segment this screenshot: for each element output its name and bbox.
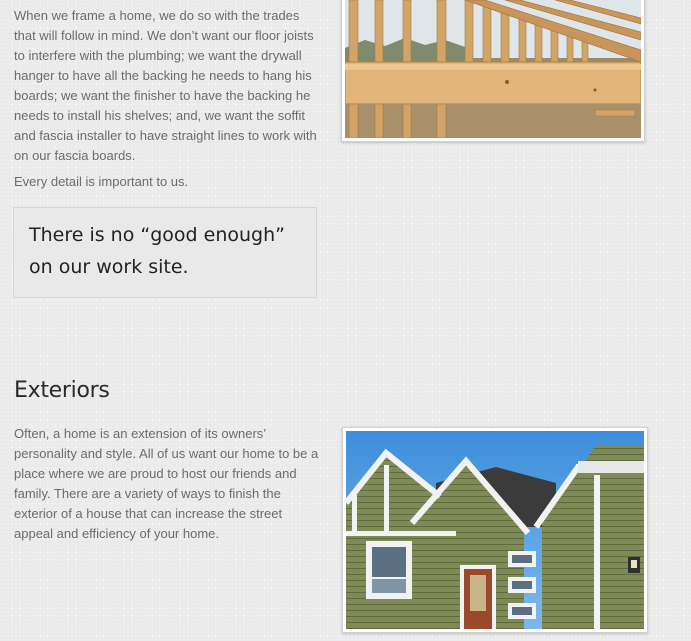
wood-framing-image (345, 0, 641, 138)
framing-photo (341, 0, 645, 142)
pull-quote-text: There is no “good enough” on our work si… (29, 224, 285, 278)
framing-paragraph: When we frame a home, we do so with the … (14, 8, 317, 163)
exteriors-paragraph: Often, a home is an extension of its own… (14, 426, 319, 541)
pull-quote: There is no “good enough” on our work si… (13, 207, 317, 298)
house-exterior-image (346, 431, 644, 629)
exterior-photo (342, 427, 648, 633)
detail-text: Every detail is important to us. (14, 174, 189, 189)
exteriors-heading: Exteriors (14, 378, 110, 403)
